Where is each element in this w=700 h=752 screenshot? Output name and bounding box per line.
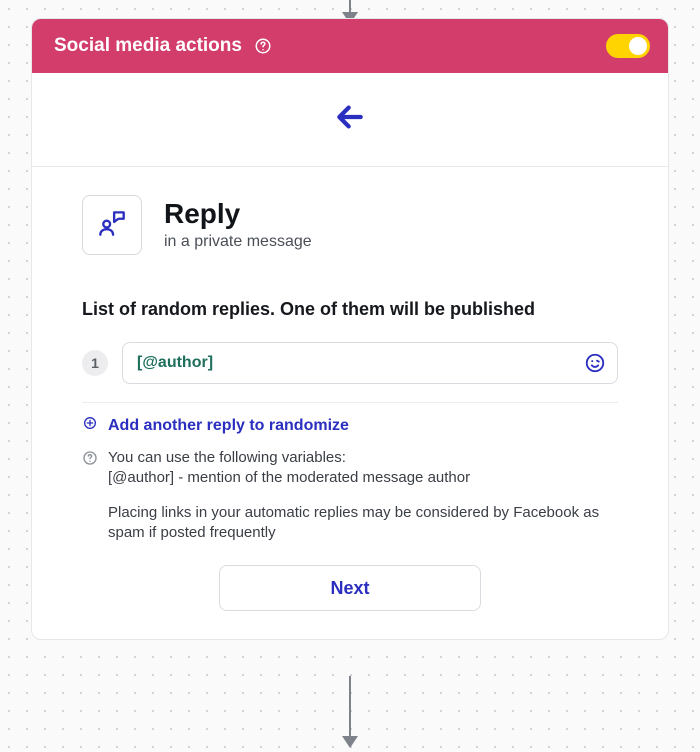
next-row: Next — [82, 565, 618, 611]
back-arrow-icon[interactable] — [334, 101, 366, 138]
spam-warning-text: Placing links in your automatic replies … — [108, 503, 618, 544]
add-reply-link[interactable]: Add another reply to randomize — [82, 415, 618, 436]
reply-person-icon — [95, 206, 129, 245]
help-icon — [82, 450, 98, 489]
plus-circle-icon — [82, 415, 98, 436]
variables-hint: You can use the following variables: [@a… — [82, 448, 618, 489]
hint-line-2: [@author] - mention of the moderated mes… — [108, 468, 618, 488]
card-header: Social media actions — [32, 19, 668, 73]
flow-connector-out — [342, 676, 358, 748]
reply-index-badge: 1 — [82, 350, 108, 376]
card-content: Reply in a private message List of rando… — [32, 167, 668, 639]
next-button[interactable]: Next — [219, 565, 481, 611]
reply-title: Reply — [164, 199, 312, 230]
reply-header: Reply in a private message — [82, 195, 618, 255]
help-icon[interactable] — [254, 37, 272, 55]
toggle-knob — [629, 37, 647, 55]
reply-input[interactable] — [137, 354, 583, 372]
card-title: Social media actions — [54, 35, 242, 57]
replies-list-label: List of random replies. One of them will… — [82, 299, 618, 320]
hint-line-1: You can use the following variables: — [108, 448, 618, 468]
reply-input-wrap[interactable] — [122, 342, 618, 384]
social-media-actions-card: Social media actions — [31, 18, 669, 640]
emoji-picker-icon[interactable] — [583, 351, 607, 375]
add-reply-label: Add another reply to randomize — [108, 417, 349, 435]
enable-toggle[interactable] — [606, 34, 650, 58]
next-button-label: Next — [330, 578, 369, 599]
divider — [82, 402, 618, 403]
reply-row: 1 — [82, 342, 618, 384]
spam-warning: Placing links in your automatic replies … — [82, 503, 618, 544]
reply-subtitle: in a private message — [164, 233, 312, 251]
reply-icon-box — [82, 195, 142, 255]
back-row — [32, 73, 668, 167]
